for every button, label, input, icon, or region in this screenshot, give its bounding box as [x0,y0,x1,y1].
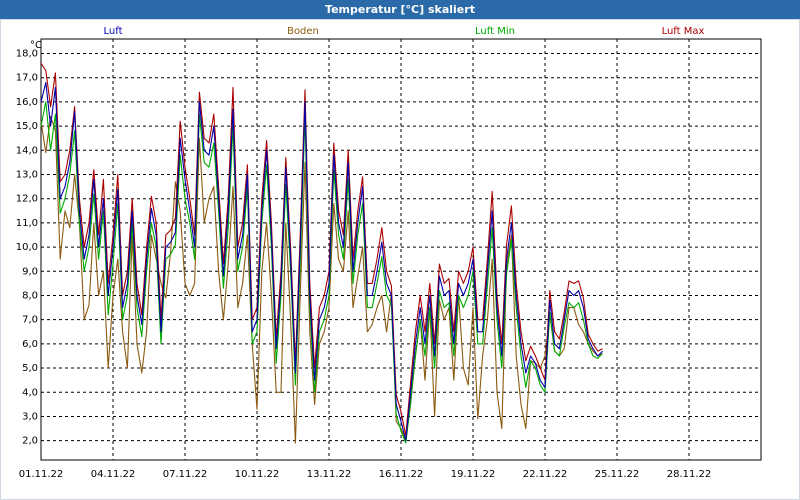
y-tick-label: 4,0 [22,387,38,398]
y-tick-label: 10,0 [16,242,38,253]
series-line-luft [40,82,603,442]
y-tick-label: 12,0 [16,194,38,205]
x-tick-label: 25.11.22 [595,469,640,480]
x-tick-label: 28.11.22 [667,469,712,480]
y-tick-label: 13,0 [16,169,38,180]
y-tick-label: 15,0 [16,121,38,132]
y-tick-label: 8,0 [22,290,38,301]
y-tick-label: 5,0 [22,363,38,374]
x-tick-label: 19.11.22 [451,469,496,480]
y-axis-label: °C [30,40,42,51]
chart-svg: 2,0 3,0 4,0 5,0 6,0 7,0 8,0 9,0 10,0 11,0 12,0 13,0… [16,26,762,480]
x-tick-label: 07.11.22 [163,469,208,480]
x-tick-label: 01.11.22 [19,469,64,480]
legend-entry-luft-max: Luft Max [662,26,705,37]
y-tick-label: 11,0 [16,218,38,229]
y-tick-label: 17,0 [16,73,38,84]
x-tick-label: 04.11.22 [91,469,136,480]
series-layer [40,62,603,444]
x-tick-label: 16.11.22 [379,469,424,480]
legend: Luft Boden Luft Min Luft Max [104,26,705,37]
y-tick-label: 2,0 [22,436,38,447]
x-tick-label: 13.11.22 [307,469,352,480]
legend-entry-luft: Luft [104,26,123,37]
x-axis: 01.11.22 04.11.22 07.11.22 10.11.22 13.11.22… [19,469,712,480]
y-tick-label: 9,0 [22,266,38,277]
y-tick-label: 14,0 [16,145,38,156]
legend-entry-boden: Boden [287,26,319,37]
legend-entry-luft-min: Luft Min [475,26,515,37]
y-axis: 2,0 3,0 4,0 5,0 6,0 7,0 8,0 9,0 10,0 11,0 12,0 13,0… [16,49,38,447]
x-tick-label: 22.11.22 [523,469,568,480]
y-tick-label: 3,0 [22,411,38,422]
x-tick-label: 10.11.22 [235,469,280,480]
y-tick-label: 7,0 [22,315,38,326]
y-tick-label: 6,0 [22,339,38,350]
y-tick-label: 16,0 [16,97,38,108]
